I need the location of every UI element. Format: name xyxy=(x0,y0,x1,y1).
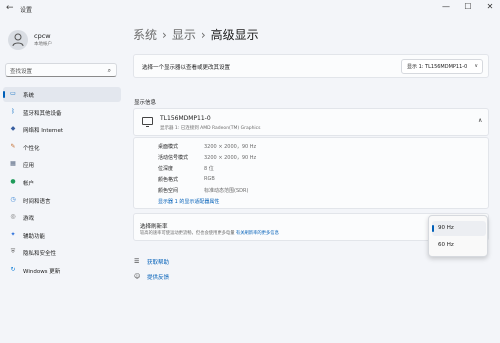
refresh-option-label: 60 Hz xyxy=(438,242,454,248)
wifi-icon: ◆ xyxy=(10,125,16,133)
sidebar-item[interactable]: ⛨ 隐私和安全性 xyxy=(3,245,121,260)
active-indicator xyxy=(3,91,5,98)
help-icon: ☰ xyxy=(134,258,140,265)
refresh-rate-desc-text: 较高的速率可使运动更流畅，但也会使用更多电量 xyxy=(140,231,235,236)
breadcrumb-separator: › xyxy=(200,28,206,42)
window-title: 设置 xyxy=(20,7,33,14)
display-dropdown[interactable]: 显示 1: TL156MDMP11-0 ∨ xyxy=(401,59,483,74)
sidebar-item-label: Windows 更新 xyxy=(23,269,61,275)
refresh-option-label: 90 Hz xyxy=(438,225,454,231)
accessibility-icon: ✦ xyxy=(10,230,16,238)
breadcrumb-separator: › xyxy=(162,28,167,42)
person-icon: ● xyxy=(10,178,16,185)
info-row-key: 颜色格式 xyxy=(158,177,179,183)
chevron-down-icon: ∨ xyxy=(474,63,478,69)
feedback-icon: ☺ xyxy=(134,273,141,280)
adapter-properties-link[interactable]: 显示器 1 的显示适配器属性 xyxy=(158,198,219,205)
breadcrumb-display[interactable]: 显示 xyxy=(172,28,196,42)
search-input[interactable]: 查找设置 ⌕ xyxy=(5,63,117,77)
bluetooth-icon: ᛒ xyxy=(11,107,15,115)
select-display-card: 选择一个显示器以查看或更改其设置 显示 1: TL156MDMP11-0 ∨ xyxy=(133,54,489,78)
brush-icon: ✎ xyxy=(10,142,16,150)
sidebar-item-label: 隐私和安全性 xyxy=(23,251,57,258)
sidebar-item-label: 帐户 xyxy=(23,181,35,187)
refresh-rate-description: 较高的速率可使运动更流畅，但也会使用更多电量 有关刷新率的更多信息 xyxy=(140,230,279,236)
sidebar-item-label: 应用 xyxy=(23,163,35,170)
close-button[interactable]: ✕ xyxy=(484,2,496,11)
sidebar-item[interactable]: ✎ 个性化 xyxy=(3,140,121,155)
monitor-icon xyxy=(142,117,153,127)
search-icon: ⌕ xyxy=(107,67,111,74)
sidebar-item-label: 游戏 xyxy=(23,216,35,223)
update-icon: ↻ xyxy=(10,266,16,273)
refresh-option-90[interactable]: 90 Hz xyxy=(432,221,486,236)
shield-icon: ⛨ xyxy=(10,248,16,256)
sidebar: cpcw 本地帐户 查找设置 ⌕ ▭ 系统 ᛒ 蓝牙和其他设备 ◆ 网络和 Interne… xyxy=(0,18,125,343)
sidebar-item-label: 个性化 xyxy=(23,145,40,152)
sidebar-item-label: 系统 xyxy=(23,93,35,99)
display-info-header-card[interactable] xyxy=(133,108,489,136)
info-row-key: 桌面模式 xyxy=(158,144,179,150)
sidebar-item[interactable]: ▭ 系统 xyxy=(3,87,121,102)
sidebar-item[interactable]: ◷ 时间和语言 xyxy=(3,193,121,208)
info-row-value: RGB xyxy=(204,176,215,182)
chevron-up-icon[interactable]: ∧ xyxy=(478,117,482,124)
gamepad-icon: ◎ xyxy=(10,213,16,221)
monitor-subtitle: 显示器 1: 已连接到 AMD Radeon(TM) Graphics xyxy=(160,126,261,131)
sidebar-item[interactable]: ᛒ 蓝牙和其他设备 xyxy=(3,105,121,120)
page-title: 高级显示 xyxy=(210,28,259,42)
apps-icon: ▦ xyxy=(10,160,16,168)
minimize-button[interactable]: — xyxy=(440,2,452,11)
user-account-type: 本地帐户 xyxy=(34,42,52,47)
get-help-link[interactable]: 获取帮助 xyxy=(147,258,169,266)
search-placeholder: 查找设置 xyxy=(10,69,33,75)
sidebar-item-label: 时间和语言 xyxy=(23,198,51,205)
sidebar-item-label: 蓝牙和其他设备 xyxy=(23,110,62,117)
info-row-value: 标准动态范围(SDR) xyxy=(204,188,249,194)
globe-clock-icon: ◷ xyxy=(10,195,16,203)
select-display-label: 选择一个显示器以查看或更改其设置 xyxy=(142,65,231,71)
info-row-key: 位深度 xyxy=(158,166,174,172)
user-avatar-icon xyxy=(12,33,24,47)
maximize-button[interactable]: ☐ xyxy=(462,2,474,11)
info-row-key: 活动信号模式 xyxy=(158,155,189,161)
sidebar-item[interactable]: ▦ 应用 xyxy=(3,157,121,172)
feedback-link[interactable]: 提供反馈 xyxy=(147,273,169,281)
refresh-rate-info-link[interactable]: 有关刷新率的更多信息 xyxy=(236,231,279,236)
section-title: 显示信息 xyxy=(134,100,157,106)
title-bar: ← 设置 — ☐ ✕ xyxy=(0,0,500,18)
sidebar-item-label: 辅助功能 xyxy=(23,233,46,240)
sidebar-item[interactable]: ◆ 网络和 Internet xyxy=(3,122,121,137)
info-row-value: 8 位 xyxy=(204,166,214,172)
info-row-value: 3200 × 2000，90 Hz xyxy=(204,155,257,161)
monitor-name: TL156MDMP11-0 xyxy=(160,115,211,122)
back-arrow-icon[interactable]: ← xyxy=(6,3,14,13)
sidebar-item-label: 网络和 Internet xyxy=(23,128,64,135)
sidebar-item[interactable]: ↻ Windows 更新 xyxy=(3,263,121,278)
info-row-key: 颜色空间 xyxy=(158,188,179,194)
settings-window: ← 设置 — ☐ ✕ cpcw 本地帐户 查找设置 ⌕ ▭ 系统 ᛒ 蓝牙和其他设备 ◆… xyxy=(0,0,500,343)
refresh-rate-title: 选择刷新率 xyxy=(140,224,168,230)
breadcrumb: 系统 › 显示 › 高级显示 xyxy=(133,26,259,43)
sidebar-item[interactable]: ✦ 辅助功能 xyxy=(3,228,121,243)
selected-indicator xyxy=(432,225,434,232)
user-name: cpcw xyxy=(34,32,51,40)
refresh-option-60[interactable]: 60 Hz xyxy=(432,238,486,253)
sidebar-item[interactable]: ◎ 游戏 xyxy=(3,210,121,225)
monitor-icon: ▭ xyxy=(10,90,16,97)
breadcrumb-system[interactable]: 系统 xyxy=(133,28,157,42)
info-row-value: 3200 × 2000，90 Hz xyxy=(204,144,257,150)
display-dropdown-value: 显示 1: TL156MDMP11-0 xyxy=(407,64,468,70)
sidebar-item[interactable]: ● 帐户 xyxy=(3,175,121,190)
avatar[interactable] xyxy=(8,30,28,50)
refresh-rate-dropdown-menu: 90 Hz 60 Hz xyxy=(428,215,488,257)
